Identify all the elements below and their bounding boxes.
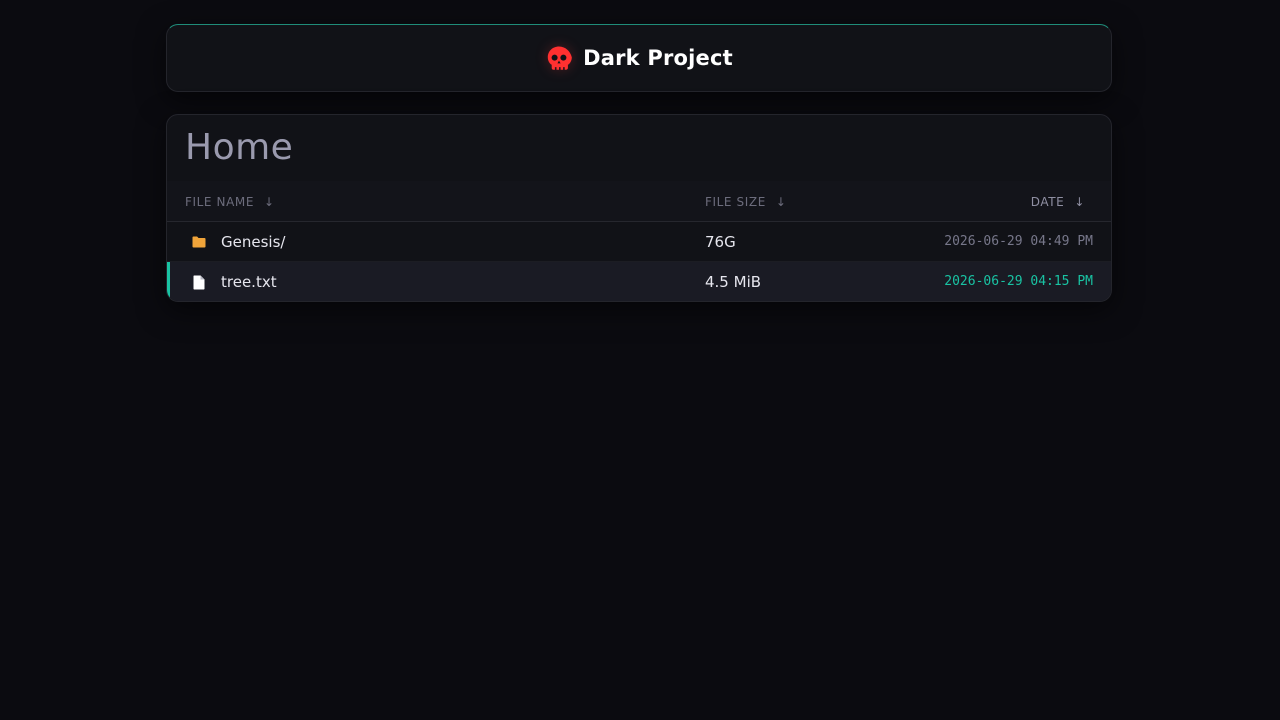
sort-arrow-icon: ↓ bbox=[775, 195, 787, 209]
brand[interactable]: Dark Project bbox=[545, 44, 733, 72]
page-title: Home bbox=[185, 127, 294, 168]
table-row[interactable]: tree.txt 4.5 MiB 2026-06-29 04:15 PM bbox=[167, 262, 1111, 301]
sort-arrow-icon: ↓ bbox=[264, 195, 275, 209]
file-size: 76G bbox=[705, 233, 736, 251]
header-bar: Dark Project bbox=[166, 24, 1112, 92]
file-listing: Home FILE NAME ↓ FILE SIZE ↓ DATE ↓ Gene… bbox=[166, 114, 1112, 302]
file-name: tree.txt bbox=[221, 273, 277, 291]
sort-by-date-button[interactable]: DATE ↓ bbox=[1031, 195, 1085, 209]
file-date: 2026-06-29 04:15 PM bbox=[944, 274, 1093, 289]
column-label-date: DATE bbox=[1030, 195, 1065, 209]
file-name: Genesis/ bbox=[221, 233, 286, 251]
sort-by-size-button[interactable]: FILE SIZE ↓ bbox=[705, 195, 787, 209]
file-date: 2026-06-29 04:49 PM bbox=[944, 234, 1093, 249]
app-title: Dark Project bbox=[583, 46, 733, 70]
table-header: FILE NAME ↓ FILE SIZE ↓ DATE ↓ bbox=[167, 181, 1111, 222]
sort-by-name-button[interactable]: FILE NAME ↓ bbox=[185, 195, 275, 209]
file-icon bbox=[191, 274, 207, 290]
file-size: 4.5 MiB bbox=[705, 273, 762, 291]
sort-arrow-icon: ↓ bbox=[1074, 195, 1085, 209]
folder-icon bbox=[191, 234, 207, 250]
skull-icon bbox=[545, 44, 573, 72]
table-row[interactable]: Genesis/ 76G 2026-06-29 04:49 PM bbox=[167, 222, 1111, 262]
column-label-size: FILE SIZE bbox=[705, 195, 766, 209]
column-label-name: FILE NAME bbox=[185, 195, 255, 209]
